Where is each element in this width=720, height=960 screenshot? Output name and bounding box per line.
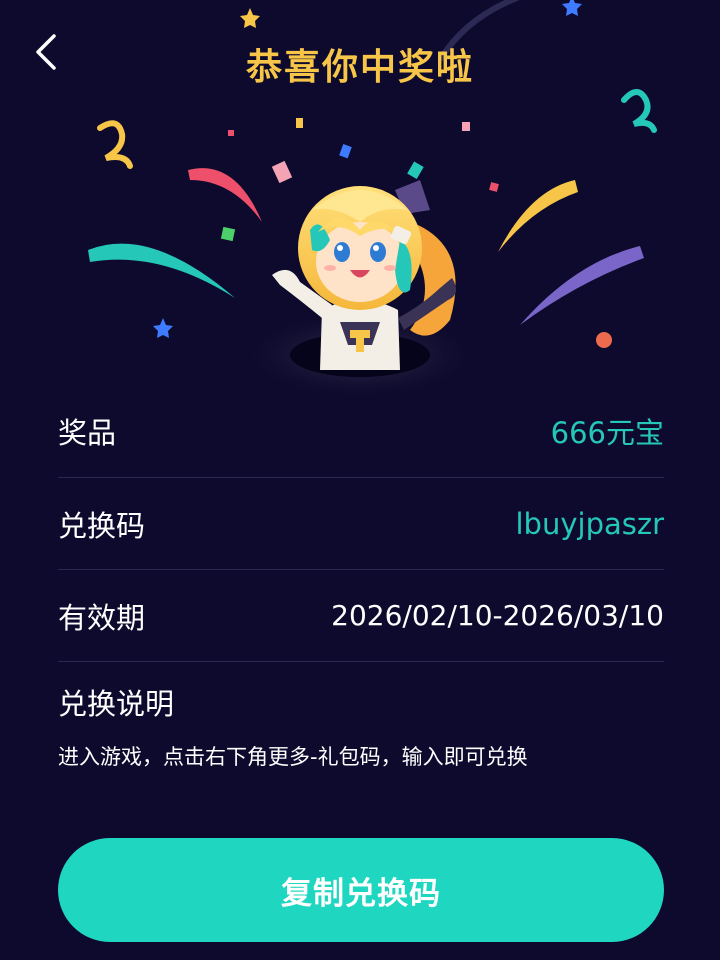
confetti — [489, 182, 499, 192]
redeem-instructions: 兑换说明 进入游戏，点击右下角更多-礼包码，输入即可兑换 — [58, 690, 664, 768]
confetti — [339, 143, 352, 159]
ribbon-purple — [520, 246, 644, 325]
prize-row: 奖品 666元宝 — [58, 384, 664, 478]
prize-result-page: 恭喜你中奖啦 奖品 666元宝 兑换码 lbuyjpaszr 有效期 2026/… — [0, 0, 720, 960]
squiggle-icon — [97, 120, 133, 169]
ribbon-yellow — [498, 180, 578, 252]
confetti — [220, 226, 236, 242]
confetti — [407, 161, 424, 180]
validity-label: 有效期 — [58, 600, 146, 635]
ribbon-teal — [88, 243, 235, 298]
squiggle-icon — [621, 89, 657, 133]
ribbon-red — [188, 168, 262, 222]
copy-code-button[interactable]: 复制兑换码 — [58, 838, 664, 942]
validity-value: 2026/02/10-2026/03/10 — [331, 599, 664, 632]
star-icon — [240, 8, 260, 28]
star-icon — [153, 318, 173, 338]
prize-value: 666元宝 — [550, 415, 664, 450]
redeem-code-row: 兑换码 lbuyjpaszr — [58, 478, 664, 570]
confetti — [462, 122, 470, 131]
confetti-dot — [596, 332, 612, 348]
star-icon — [562, 0, 582, 16]
redeem-code-value[interactable]: lbuyjpaszr — [516, 507, 665, 541]
prize-details-list: 奖品 666元宝 兑换码 lbuyjpaszr 有效期 2026/02/10-2… — [58, 384, 664, 662]
instructions-text: 进入游戏，点击右下角更多-礼包码，输入即可兑换 — [58, 745, 528, 769]
instructions-title: 兑换说明 — [58, 687, 175, 721]
confetti — [228, 130, 234, 136]
page-title: 恭喜你中奖啦 — [245, 47, 474, 88]
redeem-code-label: 兑换码 — [58, 508, 146, 543]
confetti — [271, 160, 293, 184]
confetti — [296, 118, 303, 128]
prize-label: 奖品 — [58, 415, 117, 450]
validity-row: 有效期 2026/02/10-2026/03/10 — [58, 570, 664, 662]
